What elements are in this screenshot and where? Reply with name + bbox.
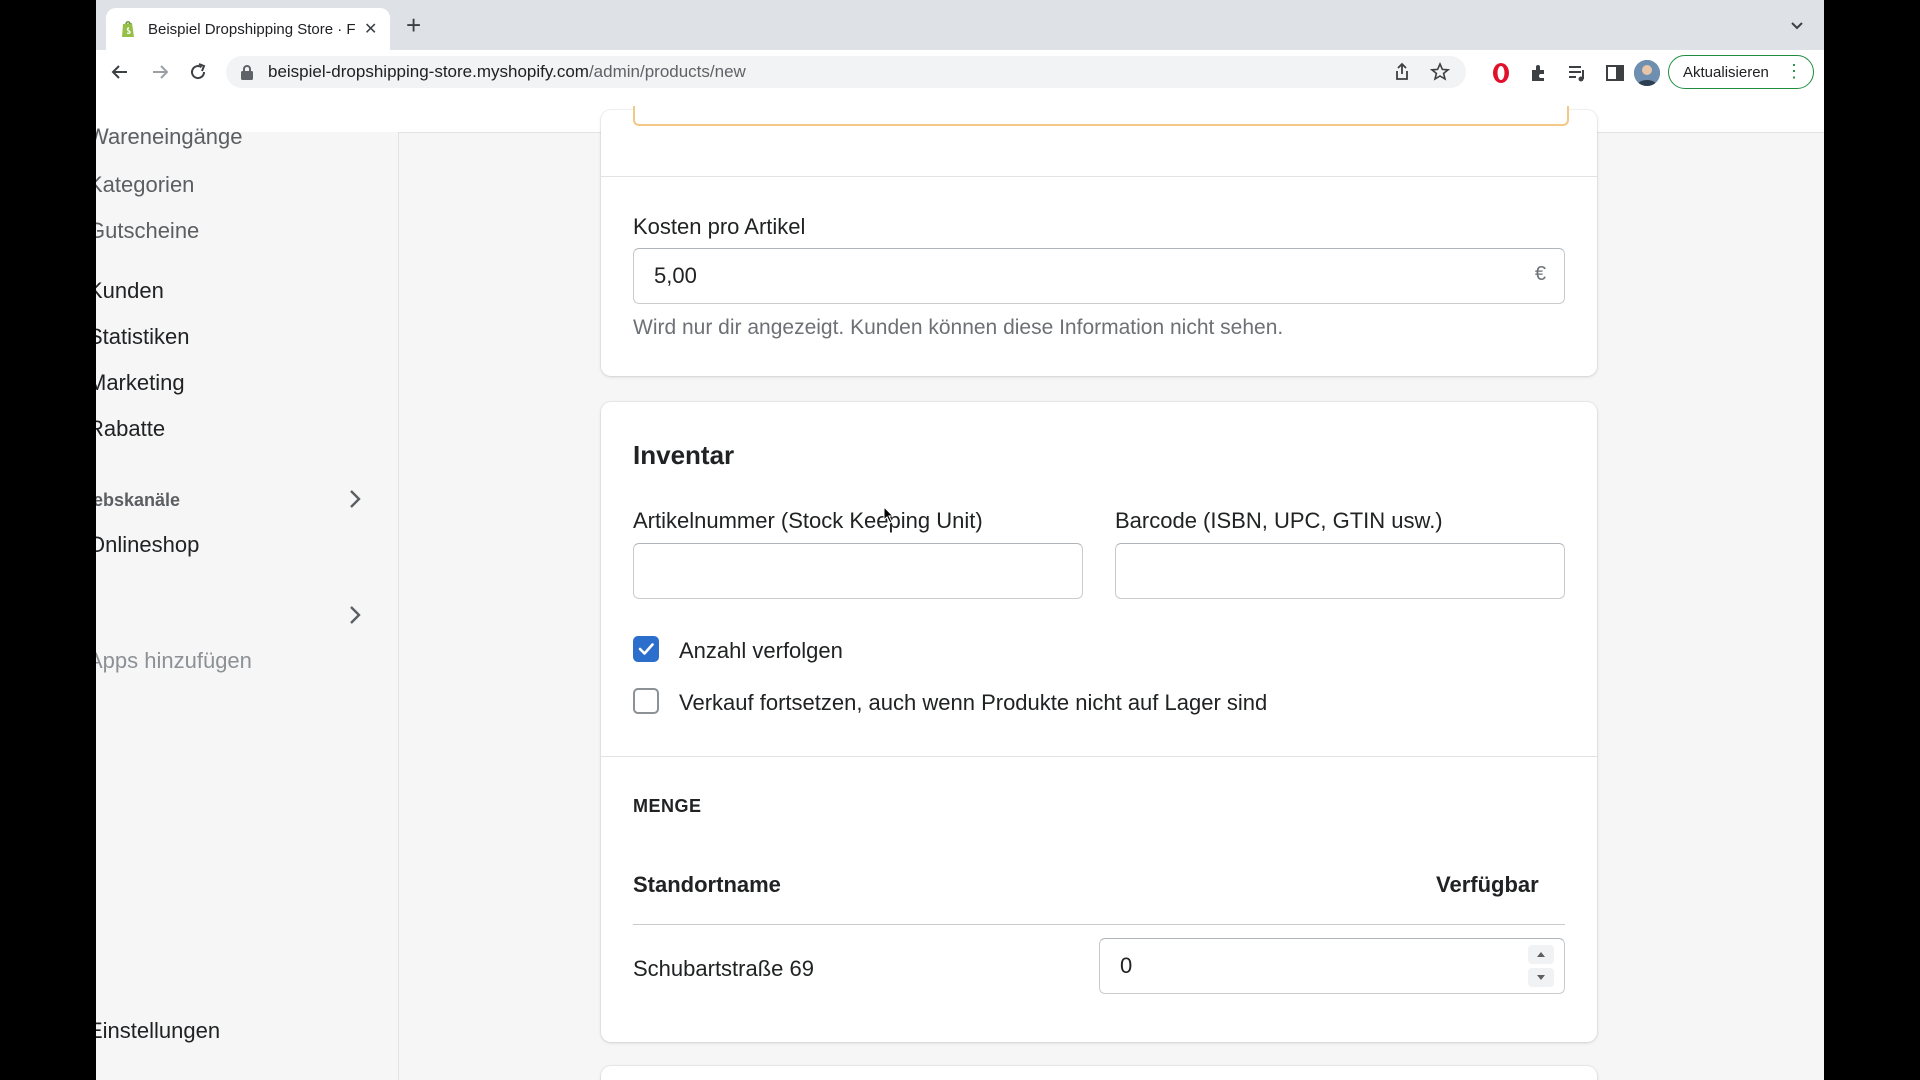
pricing-card: Kosten pro Artikel 5,00 € Wird nur dir a… (601, 106, 1597, 376)
profile-avatar-icon (1634, 60, 1660, 86)
sidebar-item-kunden[interactable]: Kunden (96, 278, 164, 304)
shopify-favicon-icon (122, 21, 134, 37)
cost-per-item-input[interactable]: 5,00 € (633, 248, 1565, 304)
track-quantity-checkbox[interactable] (633, 636, 659, 662)
back-arrow-icon[interactable] (108, 60, 132, 84)
caret-up-icon (1537, 952, 1545, 957)
browser-tab[interactable]: Beispiel Dropshipping Store · F ✕ (106, 8, 390, 50)
column-location-name: Standortname (633, 872, 781, 897)
available-quantity-value: 0 (1120, 953, 1133, 978)
forward-arrow-icon[interactable] (148, 60, 172, 84)
cost-help-text: Wird nur dir angezeigt. Kunden können di… (633, 316, 1284, 339)
currency-suffix: € (1534, 263, 1546, 285)
url-path: /admin/products/new (588, 62, 746, 81)
profile-avatar[interactable] (1634, 60, 1660, 86)
extensions-puzzle-icon[interactable] (1528, 62, 1550, 84)
url-host: beispiel-dropshipping-store.myshopify.co… (268, 62, 589, 81)
decrement-button[interactable] (1528, 968, 1554, 987)
url-text: beispiel-dropshipping-store.myshopify.co… (268, 62, 746, 82)
lock-icon[interactable] (240, 64, 254, 80)
cost-per-item-value: 5,00 (654, 263, 697, 288)
inventory-title: Inventar (633, 440, 735, 470)
tab-search-chevron-icon[interactable] (1788, 16, 1806, 34)
address-bar[interactable]: beispiel-dropshipping-store.myshopify.co… (226, 56, 1466, 88)
sidebar-item-marketing[interactable]: Marketing (96, 370, 185, 396)
reload-icon[interactable] (186, 60, 210, 84)
available-quantity-input[interactable]: 0 (1099, 938, 1565, 994)
browser-tabstrip: Beispiel Dropshipping Store · F ✕ + (96, 0, 1824, 50)
browser-toolbar: beispiel-dropshipping-store.myshopify.co… (96, 50, 1824, 94)
more-vert-icon: ⋮ (1785, 61, 1803, 81)
admin-sidebar: Wareneingänge Kategorien Gutscheine Kund… (96, 124, 399, 1080)
location-name: Schubartstraße 69 (633, 956, 814, 981)
update-button-label: Aktualisieren (1683, 63, 1769, 81)
sidebar-item-kategorien[interactable]: Kategorien (96, 172, 194, 198)
column-available: Verfügbar (1436, 872, 1539, 897)
barcode-input[interactable] (1115, 543, 1565, 599)
tab-close-icon[interactable]: ✕ (364, 19, 377, 39)
continue-selling-checkbox[interactable] (633, 688, 659, 714)
card-divider (601, 756, 1597, 757)
screen: Beispiel Dropshipping Store · F ✕ + beis… (96, 0, 1824, 1080)
share-icon[interactable] (1392, 62, 1412, 82)
sidebar-item-statistiken[interactable]: Statistiken (96, 324, 190, 350)
tab-title: Beispiel Dropshipping Store · F (148, 20, 356, 38)
sidebar-item-wareneingaenge[interactable]: Wareneingänge (96, 124, 243, 150)
checkmark-icon (638, 643, 654, 655)
opera-extension-icon[interactable] (1490, 62, 1512, 84)
card-divider (601, 176, 1597, 177)
update-button[interactable]: Aktualisieren ⋮ (1668, 55, 1814, 89)
bookmark-star-icon[interactable] (1430, 62, 1450, 82)
sidebar-item-gutscheine[interactable]: Gutscheine (96, 218, 199, 244)
sidebar-sales-channels-heading: iebskanäle (96, 490, 181, 510)
media-queue-icon[interactable] (1566, 62, 1588, 84)
sidebar-item-add-apps[interactable]: Apps hinzufügen (96, 648, 252, 674)
caret-down-icon (1537, 975, 1545, 980)
next-card (601, 1066, 1597, 1080)
barcode-label: Barcode (ISBN, UPC, GTIN usw.) (1115, 508, 1443, 533)
table-header-divider (633, 924, 1565, 925)
sidebar-item-onlineshop[interactable]: Onlineshop (96, 532, 199, 558)
side-panel-icon[interactable] (1604, 62, 1626, 84)
track-quantity-label[interactable]: Anzahl verfolgen (679, 638, 843, 664)
quantity-heading: MENGE (633, 796, 702, 816)
inventory-card: Inventar Artikelnummer (Stock Keeping Un… (601, 402, 1597, 1042)
mouse-cursor-icon (883, 506, 895, 524)
increment-button[interactable] (1528, 945, 1554, 964)
sidebar-item-settings[interactable]: Einstellungen (96, 1018, 220, 1044)
cost-per-item-label: Kosten pro Artikel (633, 214, 806, 239)
chevron-right-icon[interactable] (348, 604, 362, 626)
sku-label: Artikelnummer (Stock Keeping Unit) (633, 508, 983, 533)
sidebar-item-rabatte[interactable]: Rabatte (96, 416, 165, 442)
price-warning-field[interactable] (633, 106, 1569, 126)
new-tab-icon[interactable]: + (406, 12, 421, 38)
sku-input[interactable] (633, 543, 1083, 599)
continue-selling-label[interactable]: Verkauf fortsetzen, auch wenn Produkte n… (679, 690, 1267, 716)
quantity-stepper[interactable] (1528, 945, 1554, 987)
chevron-right-icon[interactable] (348, 488, 362, 510)
